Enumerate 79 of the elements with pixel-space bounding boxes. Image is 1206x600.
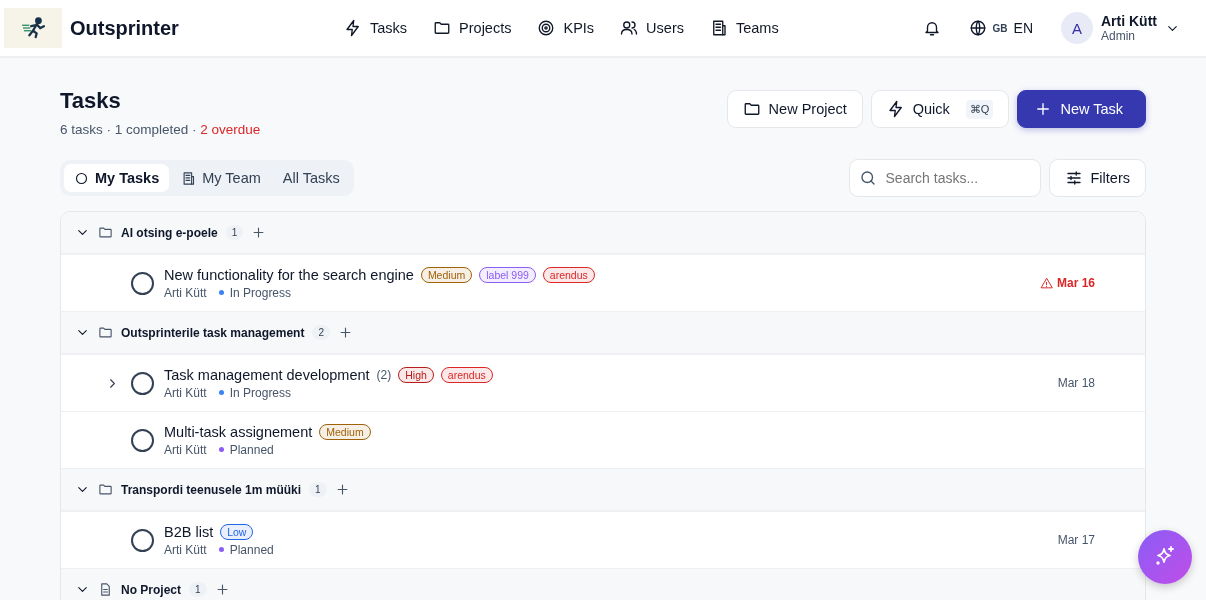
task-count-badge: 1	[189, 582, 207, 597]
view-tab[interactable]: All Tasks	[272, 164, 350, 192]
plus-icon[interactable]	[337, 325, 353, 340]
user-avatar: A	[1061, 12, 1093, 44]
document-icon	[98, 582, 113, 597]
shortcut-hint: ⌘Q	[965, 99, 994, 119]
folder-icon	[98, 225, 113, 240]
task-tag: Medium	[319, 423, 371, 440]
view-tab[interactable]: My Team	[171, 164, 271, 192]
lightning-icon	[344, 19, 362, 37]
task-status: Planned	[229, 442, 274, 457]
task-checkbox[interactable]	[131, 271, 154, 295]
overdue-count: 2 overdue	[200, 122, 261, 137]
assignee-name: Arti Kütt	[164, 285, 207, 300]
task-checkbox[interactable]	[131, 428, 154, 452]
target-icon	[537, 19, 556, 37]
assignee-name: Arti Kütt	[164, 442, 207, 457]
task-count-badge: 2	[312, 325, 330, 340]
folder-icon	[98, 325, 113, 340]
plus-icon[interactable]	[214, 582, 230, 597]
plus-icon[interactable]	[251, 225, 267, 240]
subtask-count: (2)	[376, 367, 392, 382]
building-icon	[181, 170, 197, 186]
folder-icon	[98, 482, 113, 497]
warning-icon	[1039, 276, 1053, 290]
nav-link[interactable]: Tasks	[344, 19, 408, 37]
nav-link[interactable]: Users	[620, 19, 684, 37]
task-status: Planned	[229, 542, 274, 557]
task-status: In Progress	[229, 285, 292, 300]
task-count-badge: 1	[225, 225, 244, 240]
globe-icon	[968, 19, 987, 37]
new-task-button[interactable]: New Task	[1017, 90, 1146, 128]
new-project-button[interactable]: New Project	[726, 90, 863, 128]
task-title[interactable]: Task management development	[164, 366, 370, 383]
task-tag: arendus	[542, 266, 595, 283]
ai-assistant-button[interactable]	[1138, 530, 1192, 584]
task-title[interactable]: New functionality for the search engine	[164, 266, 414, 283]
user-menu[interactable]: A Arti Kütt Admin	[1061, 12, 1180, 44]
folder-icon	[433, 19, 452, 37]
task-title[interactable]: B2B list	[164, 523, 214, 540]
language-selector[interactable]: GB EN	[968, 19, 1033, 37]
page-title: Tasks	[60, 88, 122, 114]
nav-link[interactable]: KPIs	[537, 19, 595, 37]
plus-icon[interactable]	[334, 482, 350, 497]
users-icon	[620, 19, 639, 37]
runner-logo-icon	[4, 5, 62, 51]
quick-button[interactable]: Quick ⌘Q	[870, 90, 1010, 128]
task-tag: arendus	[440, 366, 493, 383]
task-status: In Progress	[229, 385, 292, 400]
folder-icon	[742, 100, 761, 118]
assignee-name: Arti Kütt	[164, 542, 207, 557]
assignee-name: Arti Kütt	[164, 385, 207, 400]
task-tag: High	[398, 366, 434, 383]
search-icon	[858, 169, 877, 187]
sliders-icon	[1064, 169, 1083, 187]
notification-bell-icon[interactable]	[922, 19, 941, 37]
search-field[interactable]: Search tasks...	[848, 159, 1041, 197]
brand-name[interactable]: Outsprinter	[70, 16, 179, 40]
task-tag: Medium	[420, 266, 473, 283]
task-tag: label 999	[479, 266, 536, 283]
filters-button[interactable]: Filters	[1048, 159, 1146, 197]
task-summary: 6 tasks · 1 completed ·	[60, 122, 197, 137]
project-name[interactable]: Transpordi teenusele 1m müüki	[121, 482, 302, 497]
due-date: Mar 16	[1056, 276, 1095, 290]
task-count-badge: 1	[309, 482, 327, 497]
project-name[interactable]: AI otsing e-poele	[121, 225, 218, 240]
due-date: Mar 17	[1057, 533, 1095, 547]
due-date: Mar 18	[1057, 376, 1095, 390]
nav-link[interactable]: Projects	[433, 19, 512, 37]
task-title[interactable]: Multi-task assignement	[164, 423, 313, 440]
project-name[interactable]: Outsprinterile task management	[121, 325, 305, 340]
task-tag: Low	[220, 523, 254, 540]
view-tab[interactable]: My Tasks	[64, 164, 170, 192]
task-checkbox[interactable]	[131, 528, 154, 552]
project-name[interactable]: No Project	[121, 582, 181, 597]
circle-icon	[74, 170, 89, 186]
lightning-icon	[886, 100, 905, 118]
nav-link[interactable]: Teams	[709, 19, 779, 37]
task-checkbox[interactable]	[131, 371, 154, 395]
